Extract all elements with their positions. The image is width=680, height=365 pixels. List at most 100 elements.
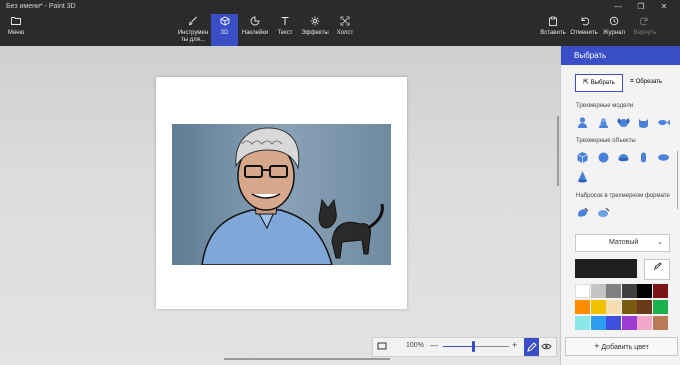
color-swatch[interactable] <box>652 316 668 330</box>
menu-label: Меню <box>7 30 25 36</box>
color-swatch[interactable] <box>652 300 668 314</box>
plus-icon: + <box>594 341 600 351</box>
canvas-image[interactable] <box>172 124 391 265</box>
minimize-button[interactable]: — <box>607 1 629 13</box>
history-button[interactable]: Журнал <box>600 14 628 46</box>
tab-3d[interactable]: 3D <box>211 14 238 46</box>
color-swatch[interactable] <box>606 316 621 330</box>
cursor-icon: ⇱ <box>583 79 590 86</box>
color-swatch[interactable] <box>606 284 621 298</box>
tab-text-label: Текст <box>277 30 293 36</box>
redo-icon <box>628 16 662 30</box>
color-swatch[interactable] <box>590 316 606 330</box>
close-button[interactable]: ✕ <box>653 1 675 13</box>
crop-label: Обрезать <box>635 79 663 85</box>
menu-button[interactable]: Меню <box>0 14 32 46</box>
select-button[interactable]: ⇱ Выбрать <box>575 74 623 92</box>
zoom-in-button[interactable]: + <box>512 340 517 350</box>
color-swatch[interactable] <box>575 284 590 298</box>
crop-button[interactable]: ⌗ Обрезать <box>623 74 669 90</box>
soft-doodle-icon[interactable] <box>597 206 610 219</box>
color-swatch[interactable] <box>575 316 590 330</box>
canvas-area[interactable] <box>0 46 560 365</box>
undo-label: Отменить <box>570 30 598 36</box>
select-label: Выбрать <box>590 80 615 86</box>
tab-brushes[interactable]: Инструмен ты для... <box>175 14 211 46</box>
add-color-button[interactable]: + Добавить цвет <box>565 337 678 356</box>
color-swatch[interactable] <box>637 316 652 330</box>
woman-model-icon[interactable] <box>597 116 610 129</box>
edit-mode-button[interactable] <box>524 338 539 356</box>
color-swatch[interactable] <box>590 300 606 314</box>
cone-shape-icon[interactable] <box>576 170 589 183</box>
zoom-out-button[interactable]: — <box>430 341 438 350</box>
color-swatch[interactable] <box>590 284 606 298</box>
color-swatch[interactable] <box>637 300 652 314</box>
objects-title: Трехмерные объекты <box>576 138 636 144</box>
effects-icon <box>298 16 332 30</box>
main-toolbar: Меню Инструмен ты для... 3D Наклейки Тек… <box>0 14 680 46</box>
tab-canvas[interactable]: Холст <box>332 14 358 46</box>
vertical-scrollbar[interactable] <box>557 116 559 186</box>
sphere-shape-icon[interactable] <box>597 151 610 164</box>
redo-label: Вернуть <box>633 30 657 36</box>
color-swatch[interactable] <box>621 284 637 298</box>
dog-model-icon[interactable] <box>617 116 630 129</box>
view-3d-button[interactable] <box>541 341 552 354</box>
material-dropdown[interactable]: Матовый ⌄ <box>575 234 670 252</box>
brush-icon <box>175 16 211 30</box>
panel-scrollbar[interactable] <box>677 151 678 209</box>
tab-stickers-label: Наклейки <box>241 30 269 36</box>
paste-button[interactable]: Вставить <box>538 14 568 46</box>
chevron-down-icon: ⌄ <box>657 239 663 246</box>
canvas-icon <box>332 16 358 30</box>
cat-model-icon[interactable] <box>637 116 650 129</box>
panel-title: Выбрать <box>561 46 680 65</box>
tab-stickers[interactable]: Наклейки <box>238 14 272 46</box>
fish-model-icon[interactable] <box>657 116 670 129</box>
undo-button[interactable]: Отменить <box>568 14 600 46</box>
tab-text[interactable]: Текст <box>272 14 298 46</box>
zoom-value: 100% <box>406 342 424 349</box>
paste-label: Вставить <box>540 30 566 36</box>
fit-view-button[interactable] <box>377 341 387 353</box>
add-color-label: Добавить цвет <box>601 344 649 351</box>
material-value: Матовый <box>609 239 639 246</box>
tab-effects[interactable]: Эффекты <box>298 14 332 46</box>
hemisphere-shape-icon[interactable] <box>617 151 630 164</box>
current-color-swatch[interactable] <box>575 259 637 278</box>
color-swatch[interactable] <box>652 284 668 298</box>
models-title: Трехмерные модели <box>576 103 634 109</box>
canvas-page[interactable] <box>156 77 407 309</box>
eye-icon <box>541 343 552 350</box>
undo-icon <box>568 16 600 30</box>
zoom-slider-thumb[interactable] <box>472 341 475 352</box>
crop-icon: ⌗ <box>629 78 634 85</box>
eyedropper-button[interactable] <box>644 259 670 280</box>
eyedropper-icon <box>652 262 662 274</box>
color-swatch[interactable] <box>575 300 590 314</box>
redo-button[interactable]: Вернуть <box>628 14 662 46</box>
zoom-bar: 100% — + <box>372 337 557 357</box>
color-swatch[interactable] <box>621 300 637 314</box>
paste-icon <box>538 16 568 30</box>
color-swatch[interactable] <box>606 300 621 314</box>
capsule-shape-icon[interactable] <box>657 151 670 164</box>
history-icon <box>600 16 628 30</box>
cylinder-shape-icon[interactable] <box>637 151 650 164</box>
color-swatch[interactable] <box>621 316 637 330</box>
fit-view-icon <box>377 342 387 350</box>
tab-canvas-label: Холст <box>336 30 354 36</box>
man-model-icon[interactable] <box>576 116 589 129</box>
color-swatch[interactable] <box>637 284 652 298</box>
folder-icon <box>0 16 32 30</box>
cube-shape-icon[interactable] <box>576 151 589 164</box>
maximize-button[interactable]: ❐ <box>630 1 652 13</box>
zoom-slider-fill <box>443 346 474 347</box>
tab-3d-label: 3D <box>220 30 229 36</box>
window-title: Без имени* - Paint 3D <box>6 3 76 10</box>
history-label: Журнал <box>603 30 625 36</box>
title-bar: Без имени* - Paint 3D — ❐ ✕ <box>0 0 680 14</box>
sharp-doodle-icon[interactable] <box>576 206 589 219</box>
horizontal-scrollbar[interactable] <box>224 358 390 360</box>
